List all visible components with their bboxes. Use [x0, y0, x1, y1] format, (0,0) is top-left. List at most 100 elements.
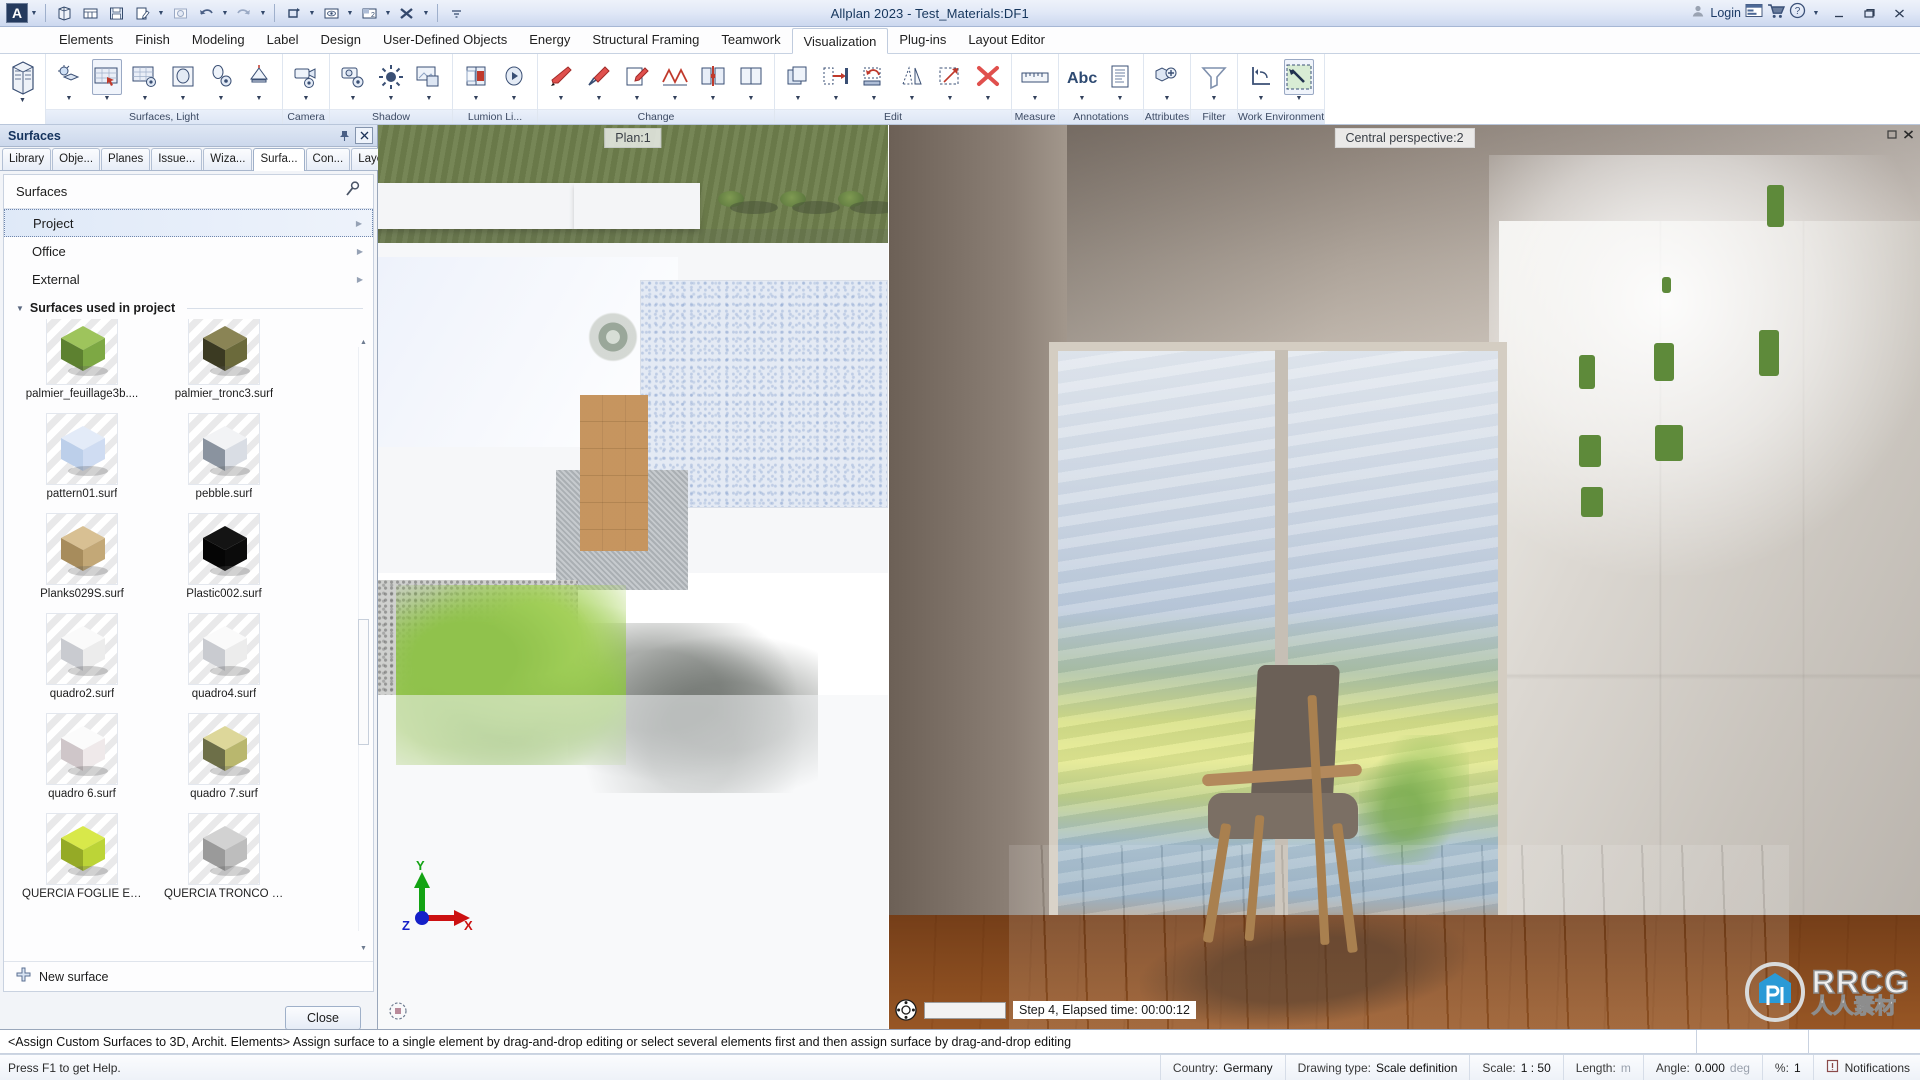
ribbon-button-dropdown-icon[interactable]: ▼: [142, 95, 149, 105]
menu-item-user-defined-objects[interactable]: User-Defined Objects: [372, 27, 518, 53]
ribbon-button-ruler[interactable]: ▼: [1016, 57, 1054, 105]
help-icon[interactable]: ?: [1789, 2, 1806, 24]
login-icon[interactable]: [1690, 3, 1706, 24]
perspective-restore-button[interactable]: [1887, 129, 1898, 143]
menu-item-label[interactable]: Label: [256, 27, 310, 53]
refresh-dropdown-icon[interactable]: ▼: [306, 10, 318, 17]
ribbon-button-dropdown-icon[interactable]: ▼: [833, 95, 840, 105]
scroll-down-arrow[interactable]: ▼: [358, 941, 369, 955]
render-dial-icon[interactable]: [895, 999, 917, 1021]
ribbon-button-eraser[interactable]: ▼: [542, 57, 580, 105]
plan-viewport[interactable]: Y X Z Plan:1: [378, 125, 888, 1029]
ribbon-button-sun[interactable]: ▼: [372, 57, 410, 105]
ribbon-button-filter-funnel[interactable]: ▼: [1195, 57, 1233, 105]
menu-item-design[interactable]: Design: [309, 27, 371, 53]
undo-dropdown-icon[interactable]: ▼: [219, 10, 231, 17]
surface-item[interactable]: QUERCIA FOGLIE EU...: [22, 813, 142, 913]
ribbon-button-rotate[interactable]: ▼: [855, 57, 893, 105]
view-icon[interactable]: [319, 2, 343, 24]
ribbon-button-dropdown-icon[interactable]: ▼: [710, 95, 717, 105]
ribbon-button-pipette[interactable]: ▼: [580, 57, 618, 105]
ribbon-button-dropdown-icon[interactable]: ▼: [104, 95, 111, 105]
surface-thumbnail[interactable]: [188, 319, 260, 385]
ribbon-button-scale[interactable]: ▼: [931, 57, 969, 105]
connect-icon[interactable]: [1745, 3, 1763, 23]
surface-thumbnail[interactable]: [188, 813, 260, 885]
ribbon-button-dropdown-icon[interactable]: ▼: [66, 95, 73, 105]
palette-tab-obje[interactable]: Obje...: [52, 148, 101, 170]
new-icon[interactable]: [52, 2, 76, 24]
ribbon-button-dropdown-icon[interactable]: ▼: [1296, 95, 1303, 105]
ribbon-button-stretch[interactable]: ▼: [893, 57, 931, 105]
surface-item[interactable]: palmier_feuillage3b....: [22, 319, 142, 413]
close-button[interactable]: [1886, 3, 1912, 23]
surfaces-scrollbar-thumb[interactable]: [358, 619, 369, 745]
ribbon-button-lumion-export[interactable]: ▼: [457, 57, 495, 105]
ribbon-button-lamp[interactable]: ▼: [240, 57, 278, 105]
surface-source-external[interactable]: External ▶: [4, 265, 373, 293]
ribbon-button-dropdown-icon[interactable]: ▼: [1211, 95, 1218, 105]
ribbon-button-dropdown-icon[interactable]: ▼: [985, 95, 992, 105]
ribbon-button-dropdown-icon[interactable]: ▼: [1032, 95, 1039, 105]
surface-item[interactable]: Plastic002.surf: [164, 513, 284, 613]
surface-item[interactable]: Planks029S.surf: [22, 513, 142, 613]
ribbon-button-lamp-settings[interactable]: ▼: [202, 57, 240, 105]
surfaces-section-header[interactable]: ▼ Surfaces used in project: [4, 293, 373, 319]
ribbon-button-attribute-tag[interactable]: ▼: [1148, 57, 1186, 105]
surface-item[interactable]: quadro2.surf: [22, 613, 142, 713]
ribbon-button-dropdown-icon[interactable]: ▼: [1164, 95, 1171, 105]
magnifier-icon[interactable]: [343, 180, 361, 203]
ribbon-button-modify[interactable]: ▼: [618, 57, 656, 105]
ribbon-button-note[interactable]: ▼: [1101, 57, 1139, 105]
plan-viewport-label[interactable]: Plan:1: [604, 128, 662, 148]
edit-icon[interactable]: [130, 2, 154, 24]
palette-tab-wiza[interactable]: Wiza...: [203, 148, 253, 170]
pin-icon[interactable]: [335, 127, 353, 144]
menu-item-teamwork[interactable]: Teamwork: [710, 27, 791, 53]
status-notifications[interactable]: Notifications: [1812, 1055, 1920, 1080]
undo-icon[interactable]: [194, 2, 218, 24]
collapse-chevron-icon[interactable]: ▼: [16, 304, 24, 313]
ribbon-button-dropdown-icon[interactable]: ▼: [947, 95, 954, 105]
command-input-pane-2[interactable]: [1808, 1030, 1920, 1053]
ribbon-button-dropdown-icon[interactable]: ▼: [909, 95, 916, 105]
layout-dropdown-icon[interactable]: ▼: [382, 10, 394, 17]
ribbon-button-dropdown-icon[interactable]: ▼: [748, 95, 755, 105]
surfaces-search-row[interactable]: Surfaces: [4, 175, 373, 209]
ribbon-button-dropdown-icon[interactable]: ▼: [218, 95, 225, 105]
ribbon-button-dropdown-icon[interactable]: ▼: [1258, 95, 1265, 105]
palette-tab-surfa[interactable]: Surfa...: [253, 148, 305, 171]
ribbon-button-assign-surface[interactable]: ▼: [88, 57, 126, 105]
minimize-button[interactable]: [1826, 3, 1852, 23]
refresh-icon[interactable]: [281, 2, 305, 24]
ribbon-button-dropdown-icon[interactable]: ▼: [672, 95, 679, 105]
redo-icon[interactable]: [232, 2, 256, 24]
cart-icon[interactable]: [1767, 3, 1786, 24]
surface-thumbnail[interactable]: [188, 413, 260, 485]
ribbon-button-dropdown-icon[interactable]: ▼: [388, 95, 395, 105]
ribbon-button-copy[interactable]: ▼: [779, 57, 817, 105]
help-dropdown-icon[interactable]: ▼: [1810, 10, 1822, 17]
new-surface-button[interactable]: New surface: [4, 961, 373, 991]
ribbon-button-lumion-play[interactable]: ▼: [495, 57, 533, 105]
layout-icon[interactable]: 2: [357, 2, 381, 24]
menu-item-finish[interactable]: Finish: [124, 27, 181, 53]
surface-thumbnail[interactable]: [46, 613, 118, 685]
palette-tab-con[interactable]: Con...: [305, 148, 351, 170]
surface-thumbnail[interactable]: [46, 713, 118, 785]
surface-source-office[interactable]: Office ▶: [4, 237, 373, 265]
open-icon[interactable]: [168, 2, 192, 24]
close-palette-button[interactable]: Close: [285, 1006, 361, 1030]
ribbon-button-text-abc[interactable]: Abc ▼: [1063, 57, 1101, 105]
table-icon[interactable]: [78, 2, 102, 24]
ribbon-button-shadow-image[interactable]: ▼: [410, 57, 448, 105]
restore-button[interactable]: [1856, 3, 1882, 23]
surface-thumbnail[interactable]: [46, 413, 118, 485]
surface-thumbnail[interactable]: [188, 513, 260, 585]
surface-thumbnail[interactable]: [46, 813, 118, 885]
status-angle[interactable]: Angle: 0.000 deg: [1642, 1055, 1762, 1080]
surface-source-project[interactable]: Project ▶: [4, 209, 373, 237]
tools-dropdown-icon[interactable]: ▼: [420, 10, 432, 17]
save-icon[interactable]: [104, 2, 128, 24]
palette-tab-issue[interactable]: Issue...: [151, 148, 203, 170]
